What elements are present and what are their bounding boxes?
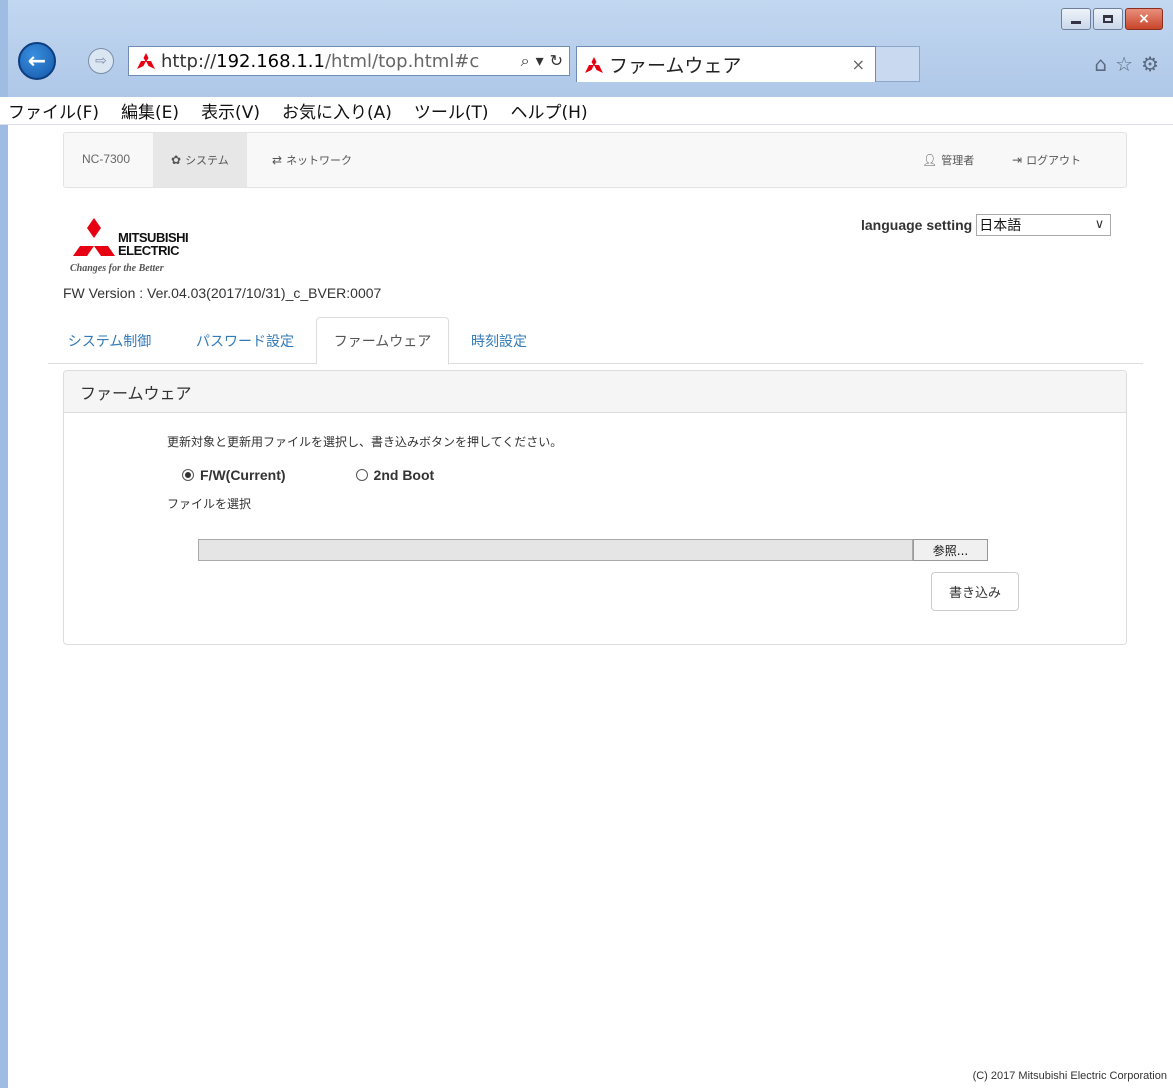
logout-icon: ⇥ [1012,153,1023,167]
minimize-icon [1071,20,1081,24]
logo-wordmark: MITSUBISHI ELECTRIC [118,231,189,258]
fw-version: FW Version : Ver.04.03(2017/10/31)_c_BVE… [63,285,382,301]
search-icon[interactable]: ⌕ [521,51,530,71]
close-icon: × [1138,11,1150,27]
radio-selected-dot [185,472,191,478]
transfer-arrows-icon: ⇄ [272,153,283,167]
browser-tab[interactable]: ファームウェア × [576,46,876,82]
nav-network[interactable]: ⇄ ネットワーク [254,133,370,187]
maximize-button[interactable] [1093,8,1123,30]
copyright-footer: (C) 2017 Mitsubishi Electric Corporation [972,1070,1167,1082]
gear-icon: ✿ [171,153,182,167]
window-left-border [0,125,8,1088]
language-label: language setting [861,217,973,233]
mitsubishi-logo: MITSUBISHI ELECTRIC Changes for the Bett… [70,218,220,278]
browser-tools: ⌂ ☆ ⚙ [1094,52,1159,76]
language-select[interactable]: 日本語 ∨ [976,214,1112,236]
three-diamonds-logo-icon [73,218,115,256]
maximize-icon [1103,15,1113,23]
radio-fw-current-label[interactable]: F/W(Current) [200,467,286,483]
file-select-label: ファイルを選択 [167,497,252,511]
url-path: /html/top.html#c [324,50,480,72]
nav-logout[interactable]: ⇥ ログアウト [994,133,1099,187]
logo-tagline: Changes for the Better [70,263,164,274]
back-icon: ← [27,48,47,74]
home-icon[interactable]: ⌂ [1094,52,1107,76]
close-window-button[interactable]: × [1125,8,1163,30]
tab-password-settings[interactable]: パスワード設定 [178,317,312,364]
settings-tabs: システム制御 パスワード設定 ファームウェア 時刻設定 [48,317,1143,365]
nav-logout-label: ログアウト [1026,154,1082,167]
browse-button[interactable]: 参照... [913,539,988,561]
firmware-panel: ファームウェア 更新対象と更新用ファイルを選択し、書き込みボタンを押してください… [63,370,1127,645]
nav-network-label: ネットワーク [286,154,353,167]
favorites-star-icon[interactable]: ☆ [1115,52,1133,76]
nav-admin-label: 管理者 [941,154,975,167]
language-value: 日本語 [979,217,1022,233]
logo-line2: ELECTRIC [118,243,180,258]
menu-edit[interactable]: 編集(E) [121,98,179,123]
dropdown-arrow-icon[interactable]: ▾ [536,51,544,71]
menu-favorites[interactable]: お気に入り(A) [282,98,392,123]
menu-bar: ファイル(F) 編集(E) 表示(V) お気に入り(A) ツール(T) ヘルプ(… [0,97,1173,125]
tab-system-control[interactable]: システム制御 [48,317,171,364]
top-navbar: NC-7300 ✿ システム ⇄ ネットワーク 👤︎ 管理者 ⇥ ログアウト [63,132,1127,188]
address-bar[interactable]: http://192.168.1.1/html/top.html#c ⌕ ▾ ↻ [128,46,570,76]
nav-system-label: システム [185,154,229,167]
window-controls: × [1061,8,1163,30]
tab-time-settings[interactable]: 時刻設定 [458,317,540,364]
radio-2nd-boot-label[interactable]: 2nd Boot [374,467,435,483]
settings-gear-icon[interactable]: ⚙ [1141,52,1159,76]
back-button[interactable]: ← [18,42,56,80]
file-path-input[interactable] [198,539,913,561]
language-setting: language setting 日本語 ∨ [861,214,1112,236]
forward-button[interactable]: ⇨ [88,48,114,74]
panel-title: ファームウェア [64,371,1126,413]
menu-view[interactable]: 表示(V) [201,98,260,123]
menu-help[interactable]: ヘルプ(H) [511,98,588,123]
chevron-down-icon: ∨ [1094,216,1105,231]
tab-close-icon[interactable]: × [852,55,865,74]
tab-firmware[interactable]: ファームウェア [316,317,449,365]
minimize-button[interactable] [1061,8,1091,30]
instruction-text: 更新対象と更新用ファイルを選択し、書き込みボタンを押してください。 [167,435,563,449]
menu-file[interactable]: ファイル(F) [8,98,99,123]
site-favicon-icon [137,53,155,69]
url-host: 192.168.1.1 [216,50,325,72]
browser-chrome: × ← ⇨ http://192.168.1.1/html/top.html#c… [0,0,1173,97]
write-button[interactable]: 書き込み [931,572,1019,611]
radio-fw-current[interactable] [182,469,194,481]
url-prefix: http:// [161,50,217,72]
refresh-icon[interactable]: ↻ [550,51,563,71]
menu-tools[interactable]: ツール(T) [414,98,489,123]
new-tab-button[interactable] [876,46,920,82]
device-model[interactable]: NC-7300 [82,152,130,166]
radio-2nd-boot[interactable] [355,469,368,481]
address-icons: ⌕ ▾ ↻ [521,51,569,71]
tab-favicon-icon [585,56,603,73]
nav-system[interactable]: ✿ システム [153,133,247,187]
target-radio-group: F/W(Current) 2nd Boot [182,467,434,483]
user-icon: 👤︎ [922,153,938,167]
tab-title: ファームウェア [609,55,742,77]
forward-icon: ⇨ [95,53,107,69]
nav-admin[interactable]: 👤︎ 管理者 [904,133,992,187]
